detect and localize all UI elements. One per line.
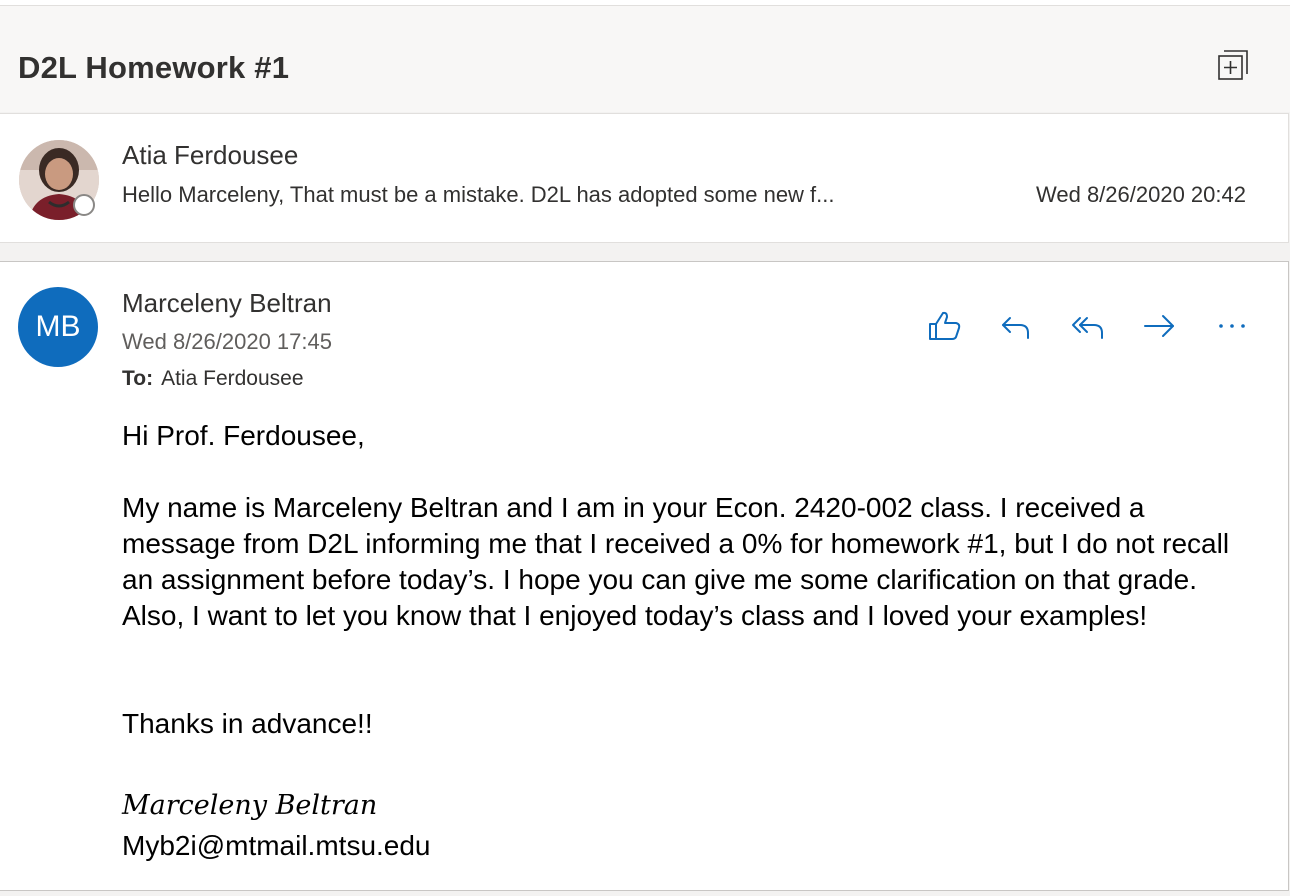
- collapsed-message[interactable]: Atia Ferdousee Hello Marceleny, That mus…: [0, 113, 1289, 243]
- presence-status-icon: [73, 194, 95, 216]
- thread-subject: D2L Homework #1: [18, 50, 290, 85]
- collapsed-preview: Hello Marceleny, That must be a mistake.…: [122, 182, 835, 207]
- more-actions-icon[interactable]: [1212, 306, 1252, 346]
- reply-all-icon[interactable]: [1068, 306, 1108, 346]
- expanded-date: Wed 8/26/2020 17:45: [122, 329, 332, 354]
- thread-header: D2L Homework #1: [0, 6, 1290, 112]
- body-paragraph: My name is Marceleny Beltran and I am in…: [122, 492, 1230, 631]
- collapsed-date: Wed 8/26/2020 20:42: [1036, 182, 1246, 207]
- body-thanks: Thanks in advance!!: [122, 708, 373, 739]
- expanded-sender-name[interactable]: Marceleny Beltran: [122, 288, 332, 319]
- like-icon[interactable]: [924, 306, 964, 346]
- to-label: To:: [122, 367, 154, 390]
- signature: Marceleny Beltran: [122, 790, 378, 821]
- expanded-message: MB Marceleny Beltran Wed 8/26/2020 17:45…: [0, 261, 1289, 891]
- sender-avatar-initials: MB: [18, 287, 98, 367]
- reply-icon[interactable]: [996, 306, 1036, 346]
- forward-icon[interactable]: [1140, 306, 1180, 346]
- popout-icon[interactable]: [1218, 50, 1248, 80]
- recipient-name[interactable]: Atia Ferdousee: [161, 367, 303, 390]
- body-greeting: Hi Prof. Ferdousee,: [122, 420, 365, 451]
- recipient-line: To: Atia Ferdousee: [122, 367, 304, 391]
- collapsed-sender-name: Atia Ferdousee: [122, 140, 299, 170]
- signature-email[interactable]: Myb2i@mtmail.mtsu.edu: [122, 828, 431, 864]
